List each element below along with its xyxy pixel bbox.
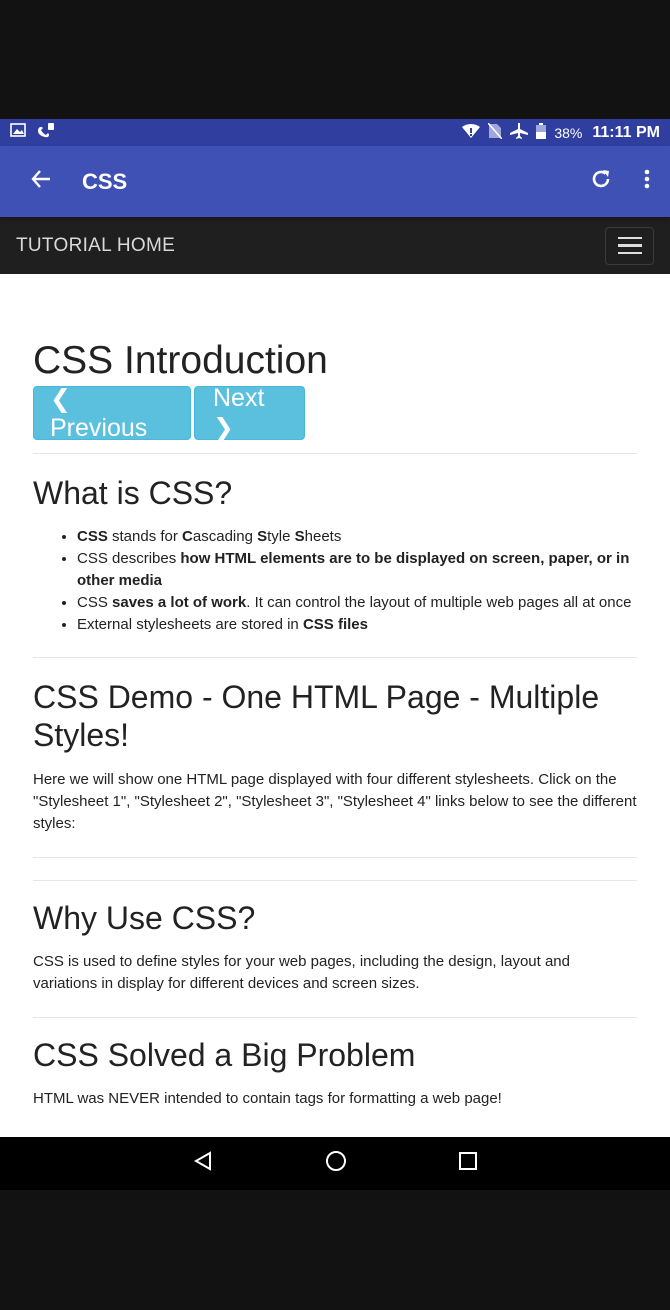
arrow-back-icon — [31, 170, 51, 193]
tutorial-home-link[interactable]: TUTORIAL HOME — [16, 235, 175, 257]
section-heading: What is CSS? — [33, 475, 233, 511]
recents-nav-button[interactable] — [459, 1152, 477, 1175]
divider — [33, 880, 637, 881]
divider — [33, 453, 637, 454]
section-text: HTML was NEVER intended to contain tags … — [33, 1090, 502, 1107]
airplane-mode-icon — [510, 123, 529, 142]
battery-percent: 38% — [554, 124, 583, 141]
overflow-menu-button[interactable] — [624, 146, 670, 217]
text: tyle — [267, 528, 295, 545]
clock: 11:11 PM — [592, 123, 660, 141]
text: ascading — [192, 528, 258, 545]
site-navbar: TUTORIAL HOME — [0, 217, 670, 274]
refresh-icon — [590, 168, 612, 195]
bold-text: S — [294, 528, 305, 545]
text: CSS — [77, 594, 113, 611]
refresh-button[interactable] — [578, 146, 624, 217]
hamburger-menu-button[interactable] — [605, 226, 654, 265]
page-content: CSS Introduction ❮ Previous Next ❯ What … — [0, 274, 670, 1137]
page-title: CSS Introduction — [33, 339, 328, 382]
section-text: Here we will show one HTML page displaye… — [33, 771, 637, 832]
section-css-solved-problem: CSS Solved a Big Problem HTML was NEVER … — [33, 1036, 637, 1110]
screen-top-bezel — [0, 0, 670, 119]
bold-text: CSS — [77, 528, 108, 545]
hamburger-line — [617, 244, 642, 247]
section-heading: CSS Demo - One HTML Page - Multiple Styl… — [33, 679, 600, 753]
system-navigation-bar — [0, 1137, 670, 1190]
more-vert-icon — [644, 169, 650, 194]
hamburger-line — [617, 251, 642, 255]
next-button[interactable]: Next ❯ — [194, 384, 305, 442]
app-toolbar: CSS — [0, 146, 670, 217]
divider — [33, 1017, 637, 1018]
previous-button[interactable]: ❮ Previous — [33, 385, 191, 442]
wifi-icon — [462, 124, 481, 141]
circle-home-icon — [326, 1151, 346, 1171]
list-item: External stylesheets are stored in CSS f… — [77, 614, 637, 636]
status-bar: 38% 11:11 PM — [0, 119, 670, 146]
bold-text: C — [182, 528, 193, 545]
triangle-back-icon — [193, 1151, 211, 1171]
section-css-demo: CSS Demo - One HTML Page - Multiple Styl… — [33, 678, 637, 835]
text: External stylesheets are stored in — [77, 616, 303, 633]
pager: ❮ Previous Next ❯ — [33, 384, 637, 442]
text: stands for — [107, 528, 183, 545]
section-text: CSS is used to define styles for your we… — [33, 953, 570, 992]
square-recents-icon — [459, 1152, 477, 1170]
section-why-use-css: Why Use CSS? CSS is used to define style… — [33, 899, 637, 995]
bullet-list: CSS stands for Cascading Style Sheets CS… — [33, 526, 637, 636]
toolbar-title: CSS — [82, 168, 128, 194]
divider — [33, 857, 637, 858]
hamburger-line — [617, 236, 642, 240]
divider — [33, 657, 637, 658]
section-heading: Why Use CSS? — [33, 900, 256, 936]
gallery-notification-icon — [10, 123, 26, 142]
text: . It can control the layout of multiple … — [246, 594, 632, 611]
bold-text: CSS files — [302, 616, 368, 633]
list-item: CSS saves a lot of work. It can control … — [77, 592, 637, 614]
section-heading: CSS Solved a Big Problem — [33, 1037, 416, 1073]
call-notification-icon — [36, 122, 56, 143]
battery-icon — [536, 123, 547, 142]
back-button[interactable] — [0, 146, 82, 217]
bold-text: S — [257, 528, 268, 545]
list-item: CSS stands for Cascading Style Sheets — [77, 526, 637, 548]
section-what-is-css: What is CSS? CSS stands for Cascading St… — [33, 474, 637, 636]
no-sim-icon — [487, 122, 503, 142]
list-item: CSS describes how HTML elements are to b… — [77, 548, 637, 592]
screen-bottom-bezel — [0, 1190, 670, 1310]
home-nav-button[interactable] — [325, 1150, 347, 1177]
text: CSS describes — [77, 550, 181, 567]
text: heets — [304, 528, 342, 545]
bold-text: saves a lot of work — [112, 594, 247, 611]
back-nav-button[interactable] — [193, 1151, 213, 1176]
